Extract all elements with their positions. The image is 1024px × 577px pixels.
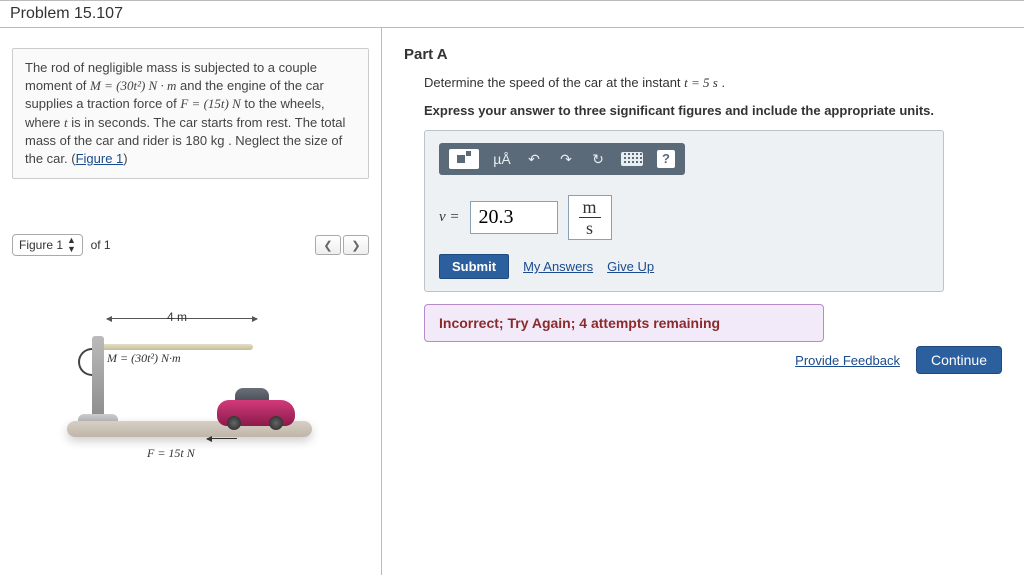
- continue-button[interactable]: Continue: [916, 346, 1002, 374]
- figure-select-label: Figure 1: [19, 238, 63, 252]
- prompt-text: Determine the speed of the car at the in…: [424, 75, 684, 90]
- footer-actions: Provide Feedback Continue: [795, 346, 1002, 374]
- figure-next-button[interactable]: ❯: [343, 235, 369, 255]
- left-panel: The rod of negligible mass is subjected …: [0, 28, 382, 575]
- unit-denominator: s: [579, 218, 601, 237]
- reset-icon: ↻: [592, 151, 604, 168]
- part-title: Part A: [404, 46, 1002, 63]
- feedback-message: Incorrect; Try Again; 4 attempts remaini…: [424, 304, 824, 342]
- units-button[interactable]: µÅ: [493, 149, 511, 169]
- answer-row: v = m s: [439, 195, 929, 240]
- template-icon: [449, 149, 479, 169]
- problem-statement: The rod of negligible mass is subjected …: [12, 48, 369, 179]
- redo-button[interactable]: ↷: [557, 149, 575, 169]
- give-up-link[interactable]: Give Up: [607, 259, 654, 274]
- provide-feedback-link[interactable]: Provide Feedback: [795, 353, 900, 368]
- main-split: The rod of negligible mass is subjected …: [0, 28, 1024, 575]
- figure-prev-button[interactable]: ❮: [315, 235, 341, 255]
- right-panel: Part A Determine the speed of the car at…: [382, 28, 1024, 575]
- template-button[interactable]: [449, 149, 479, 169]
- figure-image: 4 m M = (30t²) N·m F = 15t N: [12, 296, 322, 506]
- prompt-text: .: [721, 75, 725, 90]
- figure-force-label: F = 15t N: [147, 446, 195, 461]
- answer-box: µÅ ↶ ↷ ↻ ? v =: [424, 130, 944, 292]
- undo-icon: ↶: [528, 151, 540, 168]
- keyboard-button[interactable]: [621, 149, 643, 169]
- dropdown-icon: ▲▼: [67, 236, 76, 254]
- answer-variable: v =: [439, 209, 460, 226]
- part-prompt: Determine the speed of the car at the in…: [424, 75, 1002, 91]
- redo-icon: ↷: [560, 151, 572, 168]
- submit-row: Submit My Answers Give Up: [439, 254, 929, 279]
- chevron-left-icon: ❮: [323, 239, 332, 252]
- figure-link[interactable]: Figure 1: [76, 151, 124, 166]
- figure-count: of 1: [91, 238, 111, 252]
- my-answers-link[interactable]: My Answers: [523, 259, 593, 274]
- answer-value-input[interactable]: [470, 201, 558, 234]
- moment-expr: M = (30t²) N · m: [90, 78, 176, 93]
- figure-select[interactable]: Figure 1 ▲▼: [12, 234, 83, 256]
- stmt-text: ): [123, 151, 127, 166]
- answer-unit-input[interactable]: m s: [568, 195, 612, 240]
- undo-button[interactable]: ↶: [525, 149, 543, 169]
- help-button[interactable]: ?: [657, 149, 675, 169]
- part-instruction: Express your answer to three significant…: [424, 103, 1002, 118]
- figure-nav: Figure 1 ▲▼ of 1 ❮ ❯: [12, 234, 369, 256]
- help-icon: ?: [657, 150, 675, 168]
- figure-dim-label: 4 m: [167, 310, 187, 324]
- submit-button[interactable]: Submit: [439, 254, 509, 279]
- chevron-right-icon: ❯: [351, 239, 360, 252]
- answer-toolbar: µÅ ↶ ↷ ↻ ?: [439, 143, 685, 175]
- keyboard-icon: [621, 152, 643, 166]
- problem-title: Problem 15.107: [0, 0, 1024, 28]
- mass-unit: kg: [211, 133, 225, 148]
- t-var: t: [64, 115, 68, 130]
- force-expr: F = (15t) N: [180, 96, 240, 111]
- prompt-eq: t = 5 s: [684, 75, 718, 90]
- figure-moment-label: M = (30t²) N·m: [107, 351, 181, 366]
- reset-button[interactable]: ↻: [589, 149, 607, 169]
- unit-numerator: m: [579, 198, 601, 218]
